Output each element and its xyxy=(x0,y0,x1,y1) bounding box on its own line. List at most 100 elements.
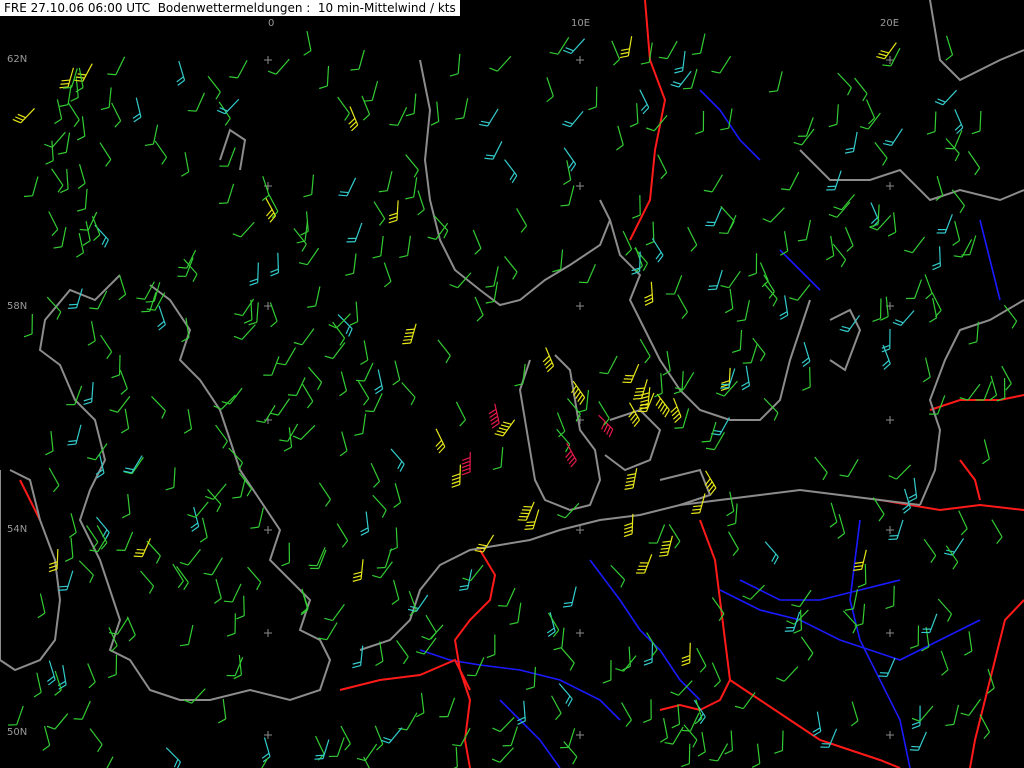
wind-barb-285 xyxy=(964,631,973,656)
wind-barb-194 xyxy=(711,417,731,436)
river-5 xyxy=(499,699,561,768)
wind-barb-177 xyxy=(639,338,651,364)
wind-barb-222 xyxy=(214,578,222,604)
wind-barb-9 xyxy=(494,419,516,437)
wind-barb-161 xyxy=(472,229,482,255)
wind-barb-369 xyxy=(492,716,515,733)
lon-label-10e: 10E xyxy=(571,18,590,29)
wind-barb-378 xyxy=(670,397,682,423)
wind-barb-423 xyxy=(967,151,981,176)
wind-barb-404 xyxy=(711,55,732,74)
wind-barb-207 xyxy=(800,636,814,661)
coastline-10 xyxy=(929,0,1024,82)
lat-label-58n: 58N xyxy=(7,301,27,312)
wind-barb-242 xyxy=(989,375,998,401)
wind-barb-500 xyxy=(485,266,499,288)
wind-barb-447 xyxy=(776,666,799,682)
wind-barb-368 xyxy=(881,328,891,353)
wind-barb-518 xyxy=(430,101,440,126)
wind-barb-461 xyxy=(183,688,206,704)
wind-barb-157 xyxy=(850,701,859,727)
wind-barb-175 xyxy=(486,634,496,659)
wind-barb-431 xyxy=(619,36,633,59)
wind-barb-330 xyxy=(300,211,309,236)
wind-barb-156 xyxy=(959,383,981,401)
wind-barb-430 xyxy=(77,163,86,189)
wind-barb-452 xyxy=(401,382,416,406)
wind-barb-482 xyxy=(598,401,610,426)
wind-barb-509 xyxy=(76,116,86,141)
wind-barb-350 xyxy=(451,464,461,488)
wind-barb-199 xyxy=(372,561,393,579)
wind-barb-122 xyxy=(89,290,108,310)
coastline-12 xyxy=(219,128,247,171)
wind-barb-453 xyxy=(187,501,209,518)
wind-barb-159 xyxy=(762,207,785,223)
wind-barb-215 xyxy=(516,208,528,233)
wind-barb-396 xyxy=(54,99,63,125)
wind-barb-356 xyxy=(872,298,882,322)
wind-barb-419 xyxy=(797,219,812,242)
grid-cross-7 xyxy=(576,56,584,64)
wind-barb-489 xyxy=(452,727,471,747)
wind-barb-454 xyxy=(57,132,71,155)
wind-barb-46 xyxy=(923,538,937,563)
wind-barb-379 xyxy=(360,511,370,536)
wind-barb-95 xyxy=(929,298,938,323)
border-8 xyxy=(969,599,1024,768)
wind-barb-233 xyxy=(622,646,631,671)
wind-barb-94 xyxy=(107,56,126,76)
wind-barb-260 xyxy=(562,110,584,128)
wind-barb-217 xyxy=(558,683,573,707)
wind-barb-339 xyxy=(308,547,326,567)
wind-barb-185 xyxy=(624,468,638,490)
coastline-0 xyxy=(38,274,332,702)
wind-barb-153 xyxy=(639,89,650,115)
wind-barb-165 xyxy=(789,284,811,301)
river-7 xyxy=(779,249,821,291)
lon-label-20e: 20E xyxy=(880,18,899,29)
wind-barb-275 xyxy=(563,147,577,172)
wind-barb-206 xyxy=(922,357,931,383)
wind-barb-495 xyxy=(724,730,734,755)
wind-barb-216 xyxy=(455,401,467,427)
wind-barb-284 xyxy=(318,482,332,507)
wind-barb-126 xyxy=(674,51,686,74)
wind-barb-505 xyxy=(940,650,949,676)
wind-barb-481 xyxy=(302,383,314,409)
wind-barb-181 xyxy=(373,201,386,226)
wind-barb-325 xyxy=(223,583,242,603)
wind-barb-29 xyxy=(504,256,518,280)
wind-barb-393 xyxy=(704,470,717,495)
wind-barb-162 xyxy=(416,692,425,718)
wind-barb-43 xyxy=(467,657,485,677)
wind-barb-254 xyxy=(459,569,473,591)
wind-barb-98 xyxy=(793,128,815,146)
wind-barb-293 xyxy=(892,310,915,327)
wind-barb-265 xyxy=(146,540,161,564)
wind-barb-317 xyxy=(261,757,269,768)
wind-barb-358 xyxy=(517,501,535,521)
wind-barb-71 xyxy=(883,128,903,147)
wind-barb-76 xyxy=(328,737,345,758)
wind-barb-498 xyxy=(340,725,351,751)
wind-barb-35 xyxy=(46,660,56,686)
wind-barb-223 xyxy=(355,362,374,382)
wind-barb-3 xyxy=(82,221,91,246)
wind-barb-280 xyxy=(565,442,577,468)
wind-barb-55 xyxy=(318,622,338,641)
wind-barb-433 xyxy=(349,301,359,326)
wind-barb-219 xyxy=(670,70,692,88)
wind-barb-21 xyxy=(629,103,639,128)
wind-barb-188 xyxy=(283,427,293,452)
wind-barb-305 xyxy=(880,296,889,321)
wind-barb-163 xyxy=(261,737,271,763)
wind-barb-93 xyxy=(363,80,379,102)
wind-barb-286 xyxy=(844,131,858,154)
wind-barb-113 xyxy=(393,483,402,508)
wind-barb-424 xyxy=(372,235,384,259)
wind-barb-480 xyxy=(768,71,783,93)
wind-barb-213 xyxy=(567,398,581,422)
river-3 xyxy=(849,519,911,768)
wind-barb-101 xyxy=(945,130,963,150)
